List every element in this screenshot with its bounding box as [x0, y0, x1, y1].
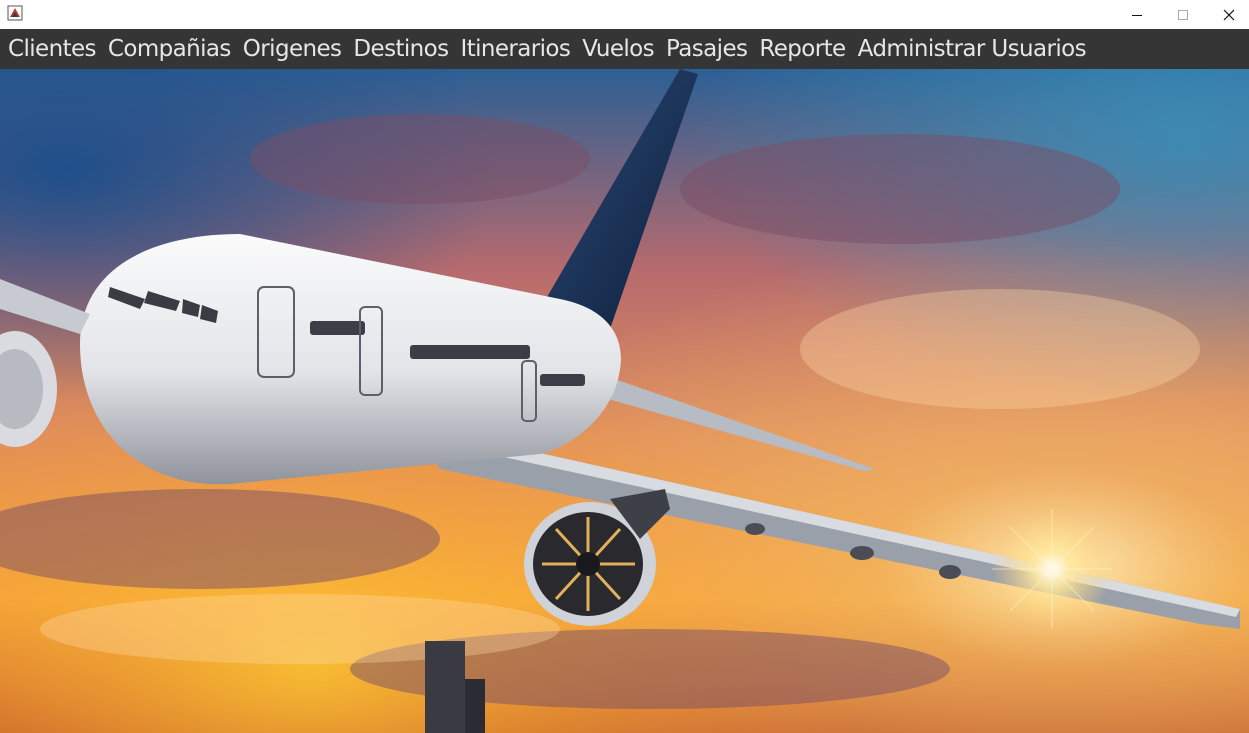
window-title-bar: [0, 0, 1249, 29]
menu-administrar-usuarios[interactable]: Administrar Usuarios: [854, 29, 1094, 69]
maximize-button[interactable]: [1160, 0, 1206, 29]
airplane-background-image: [0, 69, 1249, 733]
close-button[interactable]: [1206, 0, 1249, 29]
menu-clientes[interactable]: Clientes: [4, 29, 104, 69]
main-menu-bar: Clientes Compañias Origenes Destinos Iti…: [0, 29, 1249, 69]
minimize-button[interactable]: [1114, 0, 1160, 29]
maximize-icon: [1178, 9, 1188, 20]
java-app-icon: [7, 5, 23, 21]
menu-pasajes[interactable]: Pasajes: [662, 29, 755, 69]
menu-origenes[interactable]: Origenes: [239, 29, 350, 69]
menu-companias[interactable]: Compañias: [104, 29, 239, 69]
menu-destinos[interactable]: Destinos: [349, 29, 456, 69]
close-icon: [1223, 9, 1235, 20]
menu-reporte[interactable]: Reporte: [755, 29, 853, 69]
minimize-icon: [1132, 14, 1142, 16]
menu-itinerarios[interactable]: Itinerarios: [457, 29, 579, 69]
menu-vuelos[interactable]: Vuelos: [578, 29, 662, 69]
